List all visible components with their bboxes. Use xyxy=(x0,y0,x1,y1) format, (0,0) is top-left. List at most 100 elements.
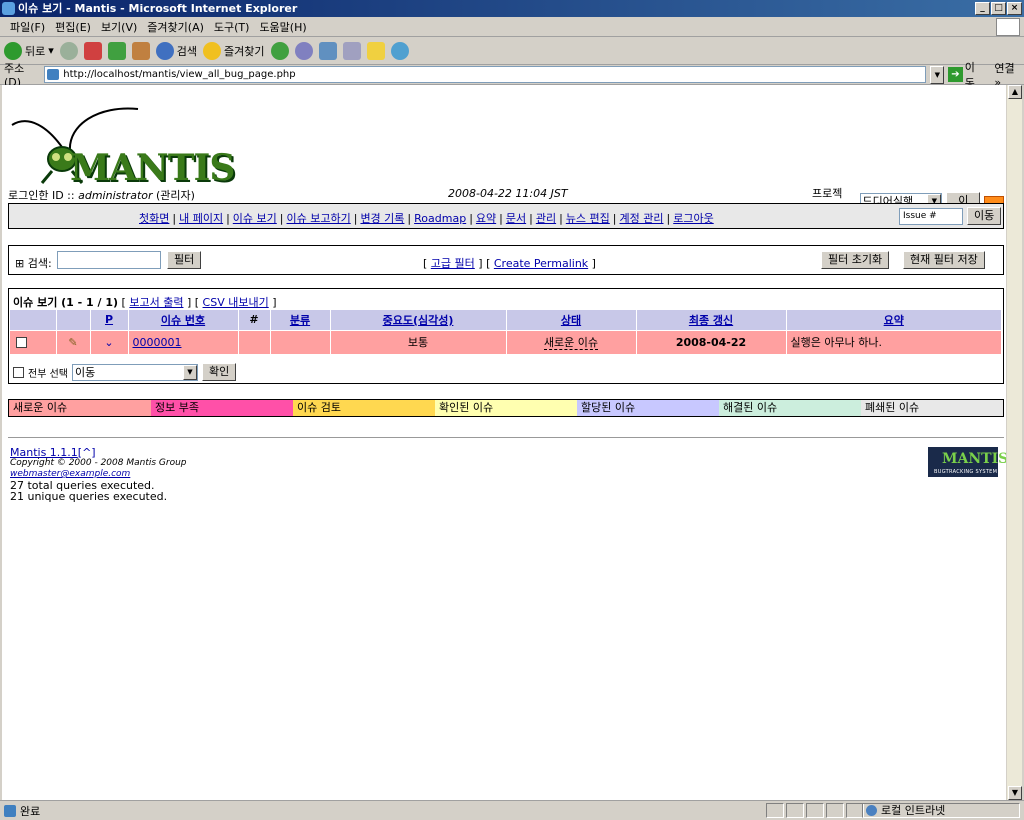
row-category-cell xyxy=(270,329,331,354)
menu-view[interactable]: 보기(V) xyxy=(101,19,137,35)
nav-manage[interactable]: 관리 xyxy=(536,212,556,225)
toolbar: 뒤로 ▾ 검색 즐겨찾기 xyxy=(0,37,1024,65)
menu-file[interactable]: 파일(F) xyxy=(10,19,45,35)
action-select[interactable]: 이동 ▼ xyxy=(71,363,198,381)
permalink-link[interactable]: Create Permalink xyxy=(494,257,588,270)
footer: Mantis 1.1.1[^] Copyright © 2000 - 2008 … xyxy=(10,447,187,502)
reset-filter-button[interactable]: 필터 초기화 xyxy=(821,251,890,269)
stop-button[interactable] xyxy=(83,41,102,60)
filter-bar: ⊞ 검색: 필터 [ 고급 필터 ] [ Create Permalink ] … xyxy=(8,245,1004,275)
print-button[interactable] xyxy=(318,41,337,60)
row-priority-cell: ⌄ xyxy=(90,329,129,354)
csv-export-link[interactable]: CSV 내보내기 xyxy=(203,296,269,309)
nav-home[interactable]: 첫화면 xyxy=(139,212,169,225)
col-status[interactable]: 상태 xyxy=(506,310,637,330)
print-reports-link[interactable]: 보고서 출력 xyxy=(129,296,183,309)
webmaster-email-link[interactable]: webmaster@example.com xyxy=(10,469,130,479)
back-button[interactable]: 뒤로 ▾ xyxy=(4,41,54,60)
badge-title: MANTIS xyxy=(942,451,1006,467)
nav-roadmap[interactable]: Roadmap xyxy=(414,212,466,225)
row-notes-cell xyxy=(238,329,271,354)
vertical-scrollbar[interactable]: ▲ ▼ xyxy=(1006,85,1022,800)
issue-id-link[interactable]: 0000001 xyxy=(133,336,182,349)
copyright: Copyright © 2000 - 2008 Mantis Group xyxy=(10,458,187,468)
select-all-checkbox[interactable] xyxy=(13,366,24,378)
search-button[interactable]: 검색 xyxy=(155,41,197,60)
nav-edit-news[interactable]: 뉴스 편집 xyxy=(566,212,610,225)
nav-report-issue[interactable]: 이슈 보고하기 xyxy=(287,212,351,225)
page-content: MANTIS 로그인한 ID :: administrator (관리자) 20… xyxy=(2,85,1006,800)
issue-jump-input[interactable]: Issue # xyxy=(899,208,963,225)
confirm-button[interactable]: 확인 xyxy=(201,363,237,381)
queries-unique: 21 unique queries executed. xyxy=(10,490,168,503)
menu-edit[interactable]: 편집(E) xyxy=(55,19,91,35)
bulk-actions: 전부 선택 이동 ▼ 확인 xyxy=(13,363,237,381)
go-arrow-icon: ➔ xyxy=(948,67,963,82)
save-filter-button[interactable]: 현재 필터 저장 xyxy=(903,251,985,269)
row-summary-cell: 실행은 아무나 하나. xyxy=(786,329,1002,354)
page-done-icon xyxy=(4,804,16,817)
nav-changelog[interactable]: 변경 기록 xyxy=(360,212,404,225)
status-cells xyxy=(766,803,864,818)
select-all-label: 전부 선택 xyxy=(28,368,68,380)
menu-tools[interactable]: 도구(T) xyxy=(214,19,250,35)
nav-view-issues[interactable]: 이슈 보기 xyxy=(233,212,277,225)
col-notes: # xyxy=(238,310,271,330)
minimize-button[interactable]: _ xyxy=(975,2,990,15)
ie-icon xyxy=(2,2,15,15)
filter-button[interactable]: 필터 xyxy=(167,251,202,269)
issues-table: P 이슈 번호 # 분류 중요도(심각성) 상태 최종 갱신 요약 ✎ ⌄ 00… xyxy=(10,310,1002,354)
legend-new: 새로운 이슈 xyxy=(9,400,151,416)
row-edit-cell: ✎ xyxy=(56,329,91,354)
row-status-cell: 새로운 이슈 xyxy=(506,329,637,354)
col-priority[interactable]: P xyxy=(90,310,129,330)
legend-acknowledged: 이슈 검토 xyxy=(293,400,435,416)
close-button[interactable]: × xyxy=(1007,2,1022,15)
col-category[interactable]: 분류 xyxy=(270,310,331,330)
refresh-button[interactable] xyxy=(107,41,126,60)
badge-subtitle: BUGTRACKING SYSTEM xyxy=(934,469,998,475)
status-text: 완료 xyxy=(20,804,41,818)
history-button[interactable] xyxy=(270,41,289,60)
issue-status[interactable]: 새로운 이슈 xyxy=(543,336,599,351)
nav-docs[interactable]: 문서 xyxy=(506,212,526,225)
address-input[interactable]: http://localhost/mantis/view_all_bug_pag… xyxy=(44,66,927,83)
mantis-logo[interactable]: MANTIS xyxy=(8,95,235,189)
priority-low-icon: ⌄ xyxy=(104,335,114,349)
search-input[interactable] xyxy=(57,251,161,269)
menu-favorites[interactable]: 즐겨찾기(A) xyxy=(147,19,204,35)
table-row: ✎ ⌄ 0000001 보통 새로운 이슈 2008-04-22 실행은 아무나… xyxy=(10,329,1002,354)
mail-button[interactable] xyxy=(294,41,313,60)
edit-button[interactable] xyxy=(342,41,361,60)
window-title-bar: 이슈 보기 - Mantis - Microsoft Internet Expl… xyxy=(0,0,1024,17)
folder-button[interactable] xyxy=(366,41,385,60)
nav-summary[interactable]: 요약 xyxy=(476,212,496,225)
scroll-down-icon[interactable]: ▼ xyxy=(1008,786,1022,800)
col-severity[interactable]: 중요도(심각성) xyxy=(330,310,507,330)
nav-logout[interactable]: 로그아웃 xyxy=(673,212,713,225)
current-datetime: 2008-04-22 11:04 JST xyxy=(448,187,568,200)
row-checkbox[interactable] xyxy=(16,337,27,349)
address-dropdown-icon[interactable]: ▼ xyxy=(930,65,945,84)
menu-help[interactable]: 도움말(H) xyxy=(259,19,306,35)
mantis-badge[interactable]: MANTIS BUGTRACKING SYSTEM xyxy=(928,447,1006,477)
forward-button[interactable] xyxy=(59,41,78,60)
row-id-cell: 0000001 xyxy=(128,329,239,354)
advanced-filter-link[interactable]: 고급 필터 xyxy=(431,257,475,270)
col-id[interactable]: 이슈 번호 xyxy=(128,310,239,330)
messenger-button[interactable] xyxy=(390,41,409,60)
home-button[interactable] xyxy=(131,41,150,60)
nav-my-account[interactable]: 계정 관리 xyxy=(620,212,664,225)
status-legend: 새로운 이슈 정보 부족 이슈 검토 확인된 이슈 할당된 이슈 해결된 이슈 … xyxy=(8,399,1004,417)
pencil-icon[interactable]: ✎ xyxy=(68,336,77,349)
row-updated-cell: 2008-04-22 xyxy=(636,329,787,354)
maximize-button[interactable]: □ xyxy=(991,2,1006,15)
search-label[interactable]: ⊞ 검색: xyxy=(15,255,52,271)
col-summary[interactable]: 요약 xyxy=(786,310,1002,330)
col-updated[interactable]: 최종 갱신 xyxy=(636,310,787,330)
issue-jump-button[interactable]: 이동 xyxy=(967,207,1002,225)
intranet-icon xyxy=(866,805,877,816)
favorites-button[interactable]: 즐겨찾기 xyxy=(203,41,265,60)
nav-my-page[interactable]: 내 페이지 xyxy=(179,212,223,225)
scroll-up-icon[interactable]: ▲ xyxy=(1008,85,1022,99)
